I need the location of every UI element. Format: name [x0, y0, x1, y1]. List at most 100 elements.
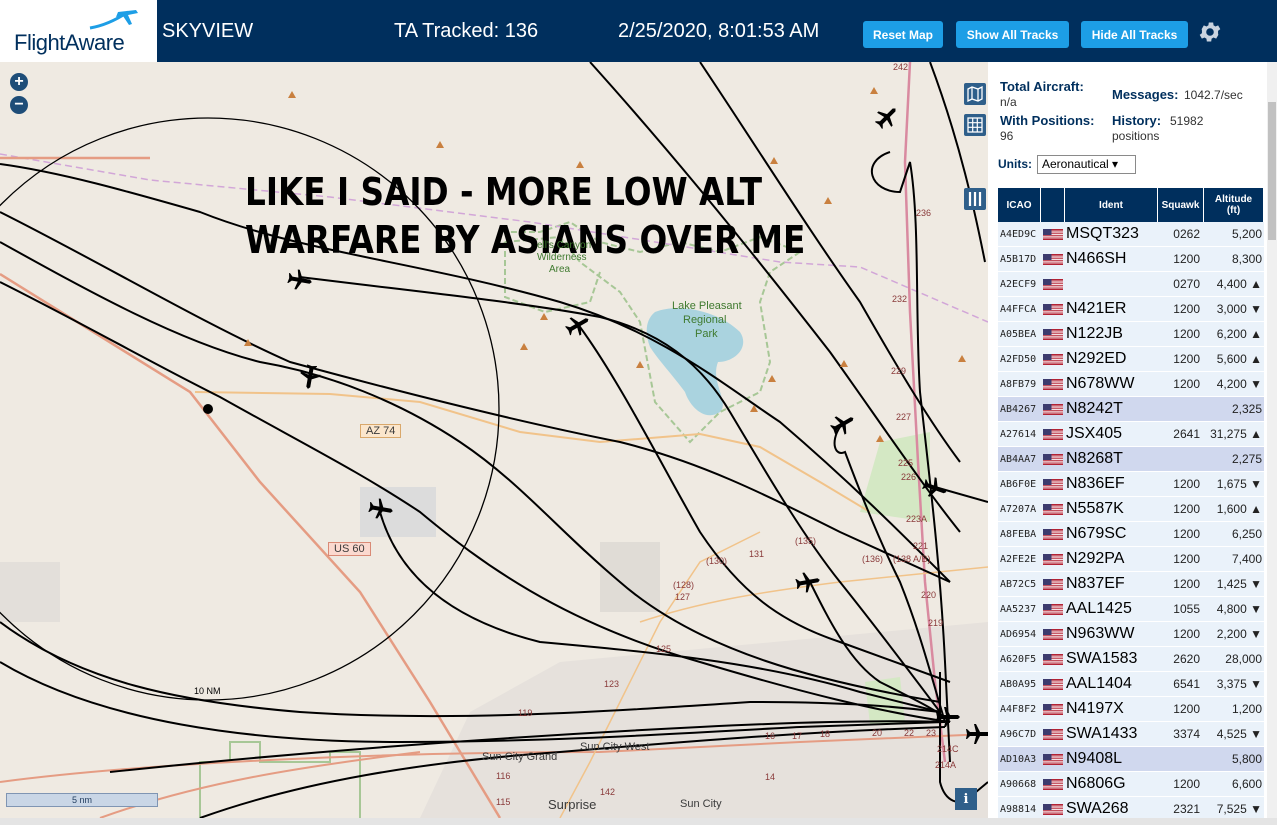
current-datetime: 2/25/2020, 8:01:53 AM — [618, 20, 820, 42]
hide-all-tracks-button[interactable]: Hide All Tracks — [1081, 21, 1188, 48]
table-row[interactable]: AB72C5 N837EF 1200 1,425 ▼ — [998, 572, 1264, 597]
col-icao[interactable]: ICAO — [998, 188, 1041, 222]
exit-20: 20 — [872, 728, 883, 738]
map-label-wilderness-1: ell's Canyon — [537, 240, 592, 251]
cell-icao: AA5237 — [1000, 603, 1037, 615]
grid-toggle-button[interactable] — [964, 114, 986, 136]
table-row[interactable]: A5B17D N466SH 1200 8,300 — [998, 247, 1264, 272]
cell-altitude: 2,275 — [1231, 452, 1262, 466]
bottom-scrollbar[interactable] — [0, 818, 1277, 825]
exit-116: 116 — [496, 771, 511, 781]
exit-223a: 223A — [906, 514, 928, 524]
table-row[interactable]: A4FFCA N421ER 1200 3,000 ▼ — [998, 297, 1264, 322]
exit-135: (135) — [795, 536, 817, 546]
app-title: SKYVIEW — [162, 20, 254, 42]
table-row[interactable]: A620F5 SWA1583 2620 28,000 — [998, 647, 1264, 672]
messages-label: Messages: — [1112, 87, 1179, 102]
cell-squawk: 0270 — [1173, 277, 1200, 291]
units-select[interactable]: Aeronautical ▾ — [1037, 155, 1136, 174]
table-row[interactable]: A27614 JSX405 2641 31,275 ▲ — [998, 422, 1264, 447]
cell-ident: N8242T — [1066, 400, 1123, 417]
map-label-sun-city-grand: Sun City Grand — [482, 751, 558, 763]
exit-127: 127 — [675, 592, 691, 602]
map-scale-bar: 5 nm — [6, 793, 158, 807]
total-aircraft-label: Total Aircraft: — [1000, 79, 1084, 94]
flightaware-logo[interactable]: FlightAware — [0, 0, 157, 62]
col-flag[interactable] — [1041, 188, 1065, 222]
exit-23: 23 — [926, 728, 937, 738]
cell-squawk: 1200 — [1173, 302, 1200, 316]
with-positions-value: 96 — [1000, 129, 1014, 143]
gear-icon[interactable] — [1197, 19, 1223, 45]
flag-icon — [1041, 422, 1065, 446]
flag-icon — [1041, 297, 1065, 321]
table-row[interactable]: A05BEA N122JB 1200 6,200 ▲ — [998, 322, 1264, 347]
table-row[interactable]: A2FE2E N292PA 1200 7,400 — [998, 547, 1264, 572]
cell-icao: A8FEBA — [1000, 528, 1037, 540]
toggle-sidebar-button[interactable] — [964, 188, 986, 210]
cell-ident: N421ER — [1066, 300, 1127, 317]
cell-ident: SWA1583 — [1066, 650, 1138, 667]
table-row[interactable]: AB4267 N8242T 2,325 — [998, 397, 1264, 422]
terrain-peaks — [244, 87, 966, 442]
col-altitude[interactable]: Altitude (ft) — [1204, 188, 1264, 222]
flag-icon — [1041, 322, 1065, 346]
cell-icao: AD10A3 — [1000, 753, 1037, 765]
table-row[interactable]: AB6F0E N836EF 1200 1,675 ▼ — [998, 472, 1264, 497]
info-button[interactable]: i — [955, 788, 977, 810]
zoom-in-button[interactable]: + — [10, 73, 28, 91]
cell-altitude: 1,600 ▲ — [1216, 502, 1262, 516]
table-row[interactable]: A98814 SWA268 2321 7,525 ▼ — [998, 797, 1264, 818]
col-ident[interactable]: Ident — [1065, 188, 1158, 222]
table-row[interactable]: A2ECF9 0270 4,400 ▲ — [998, 272, 1264, 297]
cell-icao: A2FD50 — [1000, 353, 1037, 365]
table-row[interactable]: A96C7D SWA1433 3374 4,525 ▼ — [998, 722, 1264, 747]
messages-value: 1042.7/sec — [1184, 88, 1243, 102]
table-row[interactable]: AB0A95 AAL1404 6541 3,375 ▼ — [998, 672, 1264, 697]
cell-icao: A8FB79 — [1000, 378, 1037, 390]
reset-map-button[interactable]: Reset Map — [863, 21, 943, 48]
exit-123: 123 — [604, 679, 620, 689]
flag-icon — [1041, 547, 1065, 571]
table-row[interactable]: A4F8F2 N4197X 1200 1,200 — [998, 697, 1264, 722]
zoom-out-button[interactable]: − — [10, 96, 28, 114]
map-label-surprise: Surprise — [548, 797, 597, 812]
table-row[interactable]: AB4AA7 N8268T 2,275 — [998, 447, 1264, 472]
exit-214a: 214A — [935, 760, 957, 770]
table-row[interactable]: A7207A N5587K 1200 1,600 ▲ — [998, 497, 1264, 522]
table-row[interactable]: A8FEBA N679SC 1200 6,250 — [998, 522, 1264, 547]
map-view[interactable]: + − LIKE I SAID - MORE LOW ALT WARFARE B… — [0, 62, 988, 818]
table-row[interactable]: AD10A3 N9408L 5,800 — [998, 747, 1264, 772]
map-label-wilderness-2: Wilderness — [537, 252, 587, 263]
cell-squawk: 1200 — [1173, 702, 1200, 716]
cell-altitude: 2,200 ▼ — [1216, 627, 1262, 641]
flag-icon — [1041, 372, 1065, 396]
plane-logo-icon — [89, 10, 138, 30]
exit-136: (136) — [862, 554, 884, 564]
table-row[interactable]: AD6954 N963WW 1200 2,200 ▼ — [998, 622, 1264, 647]
cell-altitude: 1,675 ▼ — [1216, 477, 1262, 491]
cell-squawk: 1200 — [1173, 502, 1200, 516]
exit-220: 220 — [921, 590, 937, 600]
table-row[interactable]: A8FB79 N678WW 1200 4,200 ▼ — [998, 372, 1264, 397]
flag-icon — [1041, 497, 1065, 521]
history-unit: positions — [1112, 129, 1160, 143]
overlay-line-2: WARFARE BY ASIANS OVER ME — [245, 218, 806, 262]
exit-142: 142 — [600, 787, 616, 797]
cell-squawk: 1200 — [1173, 527, 1200, 541]
cell-icao: A4FFCA — [1000, 303, 1037, 315]
cell-squawk: 1200 — [1173, 327, 1200, 341]
cell-altitude: 6,600 — [1231, 777, 1262, 791]
flag-icon — [1041, 647, 1065, 671]
cell-ident: N678WW — [1066, 375, 1135, 392]
table-row[interactable]: A2FD50 N292ED 1200 5,600 ▲ — [998, 347, 1264, 372]
table-row[interactable]: AA5237 AAL1425 1055 4,800 ▼ — [998, 597, 1264, 622]
table-row[interactable]: A4ED9C MSQT323 0262 5,200 — [998, 222, 1264, 247]
show-all-tracks-button[interactable]: Show All Tracks — [956, 21, 1069, 48]
table-row[interactable]: A90668 N6806G 1200 6,600 — [998, 772, 1264, 797]
cell-icao: A2ECF9 — [1000, 278, 1037, 290]
col-squawk[interactable]: Squawk — [1158, 188, 1204, 222]
map-layers-button[interactable] — [964, 83, 986, 105]
cell-squawk: 2321 — [1173, 802, 1200, 816]
sidebar-scrollbar-thumb[interactable] — [1268, 102, 1276, 240]
